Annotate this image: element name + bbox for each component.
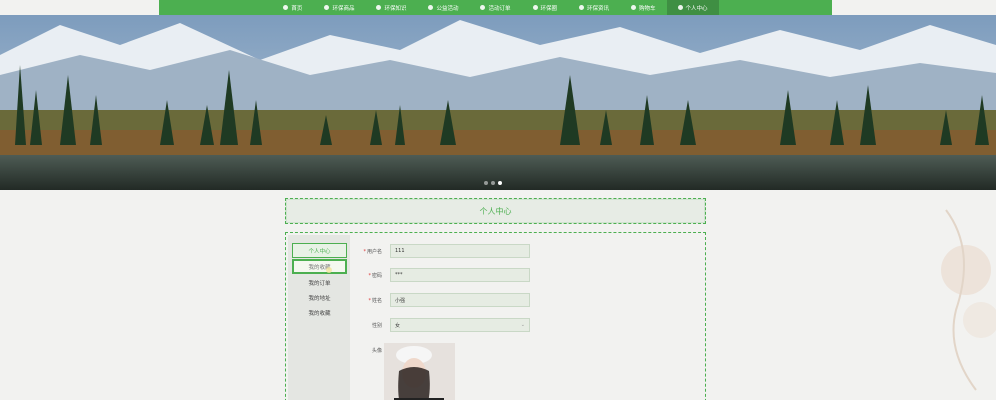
password-label: *密码 [368,272,382,279]
nav-item-products[interactable]: 环保商品 [313,0,365,15]
bag-icon [324,5,330,10]
sidebar-item-profile[interactable]: 个人中心 [292,243,347,258]
hero-banner [0,15,996,190]
nav-item-eco-circle[interactable]: 环保圈 [522,0,569,15]
profile-sidebar: 个人中心 我的收藏 我的订单 我的地址 我的收藏 [288,235,350,400]
chevron-down-icon: ⌄ [520,322,525,328]
nav-item-knowledge[interactable]: 环保知识 [365,0,417,15]
user-photo [384,343,455,400]
top-navigation: 首页 环保商品 环保知识 公益活动 活动订单 环保圈 环保资讯 购物车 个人中心 [159,0,832,15]
username-label: *用户名 [363,248,382,255]
gender-label: 性别 [371,322,382,329]
name-row: *姓名 小强 [356,293,530,307]
home-icon [283,5,289,10]
nav-item-cart[interactable]: 购物车 [620,0,667,15]
avatar-label: 头像 [371,348,382,354]
sidebar-item-orders[interactable]: 我的订单 [292,275,347,290]
password-row: *密码 *** [356,268,530,282]
gender-row: 性别 女 ⌄ [356,318,530,332]
news-icon [579,5,585,10]
password-input[interactable]: *** [390,268,530,282]
nav-item-news[interactable]: 环保资讯 [568,0,620,15]
heart-icon [428,5,434,10]
gender-select[interactable]: 女 ⌄ [390,318,530,332]
name-label: *姓名 [368,297,382,304]
user-icon [677,5,683,10]
username-input[interactable]: 111 [390,244,530,258]
circle-icon [532,5,538,10]
nav-item-activities[interactable]: 公益活动 [417,0,469,15]
profile-panel: 个人中心 我的收藏 我的订单 我的地址 我的收藏 *用户名 111 *密码 **… [285,232,706,400]
mouse-cursor [326,267,332,273]
book-icon [376,5,382,10]
avatar-row: 头像 [356,347,382,354]
username-row: *用户名 111 [356,244,530,258]
decorative-flower-illustration [941,209,996,391]
carousel-dot[interactable] [484,181,488,185]
sidebar-item-collection[interactable]: 我的收藏 [292,305,347,320]
sidebar-item-favorites[interactable]: 我的收藏 [292,259,347,274]
cart-icon [631,5,637,10]
name-input[interactable]: 小强 [390,293,530,307]
avatar-image[interactable] [384,343,455,400]
carousel-dot[interactable] [491,181,495,185]
page-title: 个人中心 [285,198,706,224]
mountain-lake-image [0,15,996,190]
carousel-dot-active[interactable] [498,181,502,185]
nav-item-profile[interactable]: 个人中心 [666,0,719,15]
carousel-indicators [484,181,502,185]
sidebar-item-address[interactable]: 我的地址 [292,290,347,305]
nav-item-activity-orders[interactable]: 活动订单 [469,0,521,15]
order-icon [480,5,486,10]
nav-item-home[interactable]: 首页 [272,0,313,15]
